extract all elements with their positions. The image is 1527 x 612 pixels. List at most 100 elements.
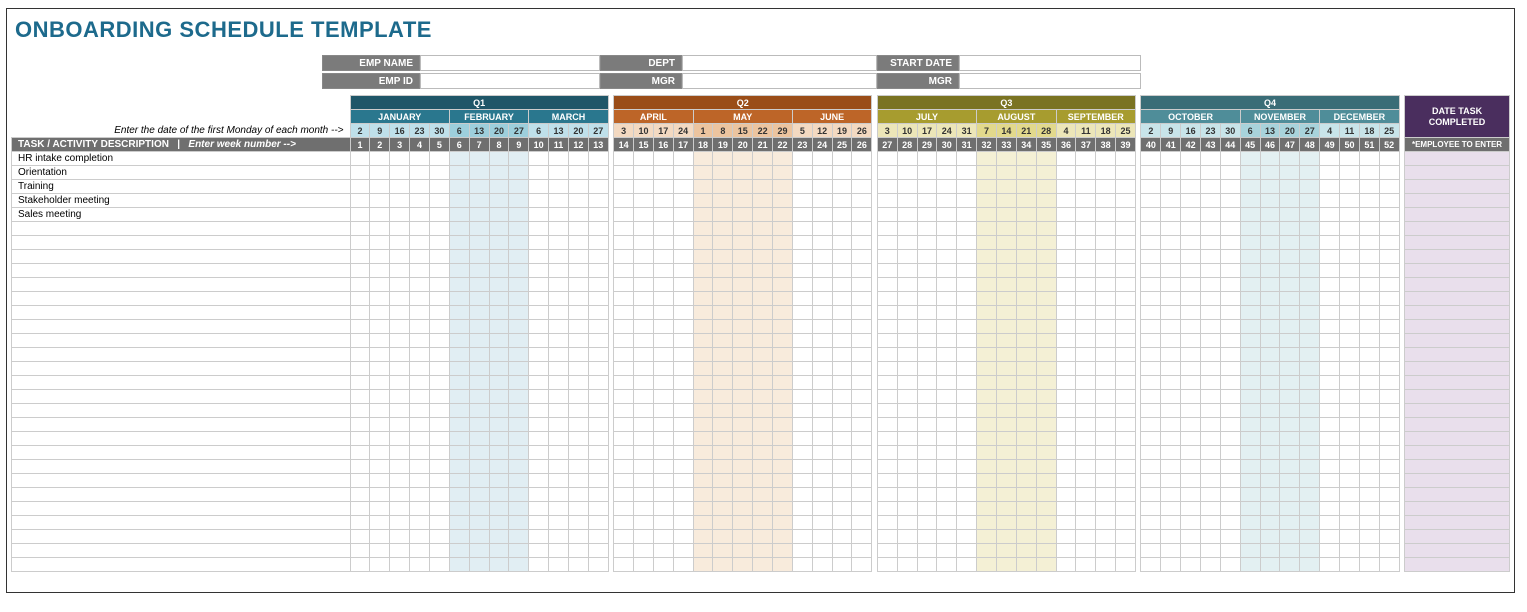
grid-cell[interactable] [812,152,832,166]
grid-cell[interactable] [1116,348,1136,362]
grid-cell[interactable] [614,334,634,348]
grid-cell[interactable] [1300,236,1320,250]
grid-cell[interactable] [350,502,370,516]
grid-cell[interactable] [673,488,693,502]
grid-cell[interactable] [957,390,977,404]
grid-cell[interactable] [1201,194,1221,208]
grid-cell[interactable] [568,418,588,432]
grid-cell[interactable] [773,166,793,180]
grid-cell[interactable] [588,166,608,180]
grid-cell[interactable] [1181,334,1201,348]
grid-cell[interactable] [897,446,917,460]
grid-cell[interactable] [410,432,430,446]
grid-cell[interactable] [996,166,1016,180]
grid-cell[interactable] [812,278,832,292]
grid-cell[interactable] [1161,544,1181,558]
grid-cell[interactable] [1141,208,1161,222]
grid-cell[interactable] [1340,460,1360,474]
grid-cell[interactable] [832,264,852,278]
date-cell[interactable]: 8 [713,124,733,138]
grid-cell[interactable] [1300,460,1320,474]
grid-cell[interactable] [733,362,753,376]
week-number[interactable]: 29 [917,138,937,152]
grid-cell[interactable] [877,390,897,404]
task-cell[interactable] [12,530,351,544]
grid-cell[interactable] [370,432,390,446]
grid-cell[interactable] [634,348,654,362]
grid-cell[interactable] [549,292,569,306]
grid-cell[interactable] [429,222,449,236]
grid-cell[interactable] [588,516,608,530]
grid-cell[interactable] [653,236,673,250]
date-cell[interactable]: 27 [509,124,529,138]
grid-cell[interactable] [773,516,793,530]
grid-cell[interactable] [917,264,937,278]
grid-cell[interactable] [1340,348,1360,362]
grid-cell[interactable] [429,194,449,208]
date-cell[interactable]: 17 [653,124,673,138]
grid-cell[interactable] [1379,334,1399,348]
grid-cell[interactable] [429,474,449,488]
grid-cell[interactable] [733,236,753,250]
grid-cell[interactable] [390,558,410,572]
grid-cell[interactable] [1076,334,1096,348]
grid-cell[interactable] [1379,530,1399,544]
grid-cell[interactable] [634,222,654,236]
grid-cell[interactable] [1340,320,1360,334]
completed-cell[interactable] [1405,502,1510,516]
grid-cell[interactable] [489,362,509,376]
grid-cell[interactable] [1220,320,1240,334]
grid-cell[interactable] [832,474,852,488]
week-number[interactable]: 45 [1240,138,1260,152]
grid-cell[interactable] [489,418,509,432]
grid-cell[interactable] [634,390,654,404]
grid-cell[interactable] [957,530,977,544]
task-cell[interactable] [12,278,351,292]
grid-cell[interactable] [713,208,733,222]
grid-cell[interactable] [549,278,569,292]
grid-cell[interactable] [489,306,509,320]
grid-cell[interactable] [937,446,957,460]
grid-cell[interactable] [390,530,410,544]
grid-cell[interactable] [753,306,773,320]
grid-cell[interactable] [410,460,430,474]
grid-cell[interactable] [1240,418,1260,432]
grid-cell[interactable] [1181,516,1201,530]
grid-cell[interactable] [1359,278,1379,292]
grid-cell[interactable] [1016,460,1036,474]
grid-cell[interactable] [653,278,673,292]
grid-cell[interactable] [410,404,430,418]
grid-cell[interactable] [832,460,852,474]
grid-cell[interactable] [852,292,872,306]
grid-cell[interactable] [673,376,693,390]
grid-cell[interactable] [673,460,693,474]
grid-cell[interactable] [1240,250,1260,264]
grid-cell[interactable] [1181,362,1201,376]
grid-cell[interactable] [1036,320,1056,334]
grid-cell[interactable] [1320,180,1340,194]
grid-cell[interactable] [1260,474,1280,488]
grid-cell[interactable] [614,544,634,558]
grid-cell[interactable] [634,432,654,446]
grid-cell[interactable] [489,376,509,390]
grid-cell[interactable] [1056,362,1076,376]
grid-cell[interactable] [977,194,997,208]
grid-cell[interactable] [832,376,852,390]
grid-cell[interactable] [350,516,370,530]
grid-cell[interactable] [937,166,957,180]
grid-cell[interactable] [792,446,812,460]
grid-cell[interactable] [1201,390,1221,404]
grid-cell[interactable] [1220,362,1240,376]
grid-cell[interactable] [1036,166,1056,180]
grid-cell[interactable] [634,292,654,306]
grid-cell[interactable] [1141,446,1161,460]
grid-cell[interactable] [1141,320,1161,334]
grid-cell[interactable] [957,166,977,180]
grid-cell[interactable] [877,180,897,194]
grid-cell[interactable] [977,544,997,558]
grid-cell[interactable] [1181,432,1201,446]
grid-cell[interactable] [568,194,588,208]
grid-cell[interactable] [1300,306,1320,320]
grid-cell[interactable] [1340,334,1360,348]
grid-cell[interactable] [588,376,608,390]
